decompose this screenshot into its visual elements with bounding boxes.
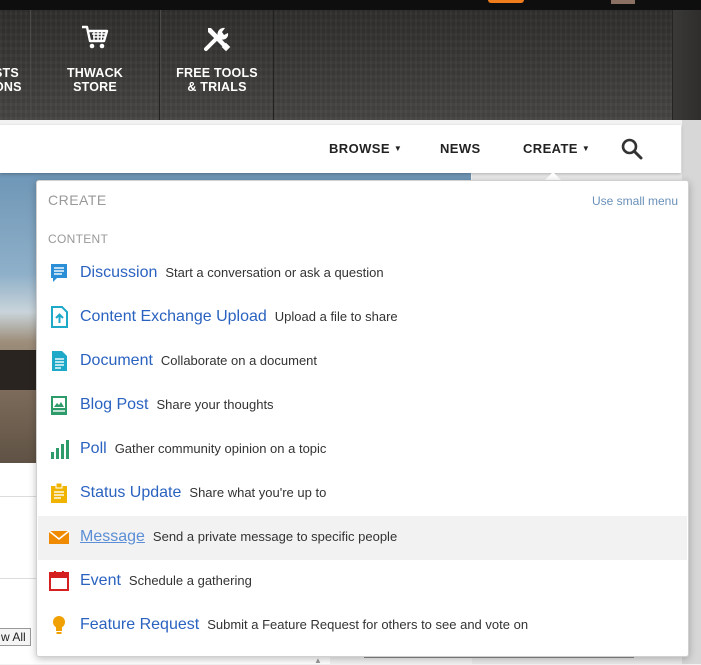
secondary-navbar: BROWSE ▼ NEWS CREATE ▼ (0, 125, 681, 173)
create-item-discussion[interactable]: Discussion Start a conversation or ask a … (38, 252, 687, 296)
create-item-desc: Submit a Feature Request for others to s… (207, 617, 529, 632)
calendar-icon (48, 570, 70, 592)
create-item-desc: Share your thoughts (156, 397, 274, 412)
create-item-name: Discussion (80, 264, 158, 281)
view-all-button[interactable]: w All (0, 628, 31, 646)
document-icon (48, 350, 70, 372)
blog-icon (48, 394, 70, 416)
dropdown-title: CREATE (48, 192, 107, 208)
avatar[interactable] (611, 0, 635, 4)
create-item-feature-request[interactable]: Feature Request Submit a Feature Request … (38, 604, 687, 648)
create-item-name: Feature Request (80, 616, 200, 633)
nav-browse-label: BROWSE (329, 141, 390, 156)
discussion-icon (48, 262, 70, 284)
create-item-event[interactable]: Event Schedule a gathering (38, 560, 687, 604)
dropdown-section-label: CONTENT (48, 232, 109, 246)
create-item-desc: Upload a file to share (274, 309, 398, 324)
nav-tile-free-tools-label: FREE TOOLS & TRIALS (176, 66, 258, 94)
create-item-desc: Start a conversation or ask a question (165, 265, 384, 280)
envelope-icon (48, 526, 70, 548)
poll-icon (48, 438, 70, 460)
create-item-name: Event (80, 572, 121, 589)
nav-create[interactable]: CREATE ▼ (523, 141, 590, 156)
create-item-desc: Collaborate on a document (160, 353, 318, 368)
create-item-message[interactable]: Message Send a private message to specifi… (38, 516, 687, 560)
create-item-blog-post[interactable]: Blog Post Share your thoughts (38, 384, 687, 428)
use-small-menu-link[interactable]: Use small menu (592, 194, 678, 208)
nav-browse[interactable]: BROWSE ▼ (329, 141, 402, 156)
create-item-desc: Schedule a gathering (128, 573, 252, 588)
caret-down-icon: ▼ (393, 144, 403, 153)
nav-tile-partial-label: STS ONS (0, 66, 22, 94)
header-edge (672, 10, 701, 120)
notification-badge[interactable] (488, 0, 524, 3)
nav-news-label: NEWS (440, 141, 481, 156)
caret-down-icon: ▼ (581, 144, 591, 153)
main-header: STS ONS THWACK STORE FRE (0, 10, 701, 120)
create-item-desc: Share what you're up to (189, 485, 327, 500)
nav-tile-thwack-store[interactable]: THWACK STORE (30, 10, 160, 120)
search-icon[interactable] (620, 137, 644, 166)
create-item-desc: Send a private message to specific peopl… (152, 529, 398, 544)
nav-news[interactable]: NEWS (440, 141, 481, 156)
tools-icon (202, 24, 232, 59)
lightbulb-icon (48, 614, 70, 636)
create-item-name: Blog Post (80, 396, 149, 413)
create-item-status-update[interactable]: Status Update Share what you're up to (38, 472, 687, 516)
create-item-name: Status Update (80, 484, 182, 501)
cart-icon (80, 24, 110, 55)
nav-create-label: CREATE (523, 141, 578, 156)
create-dropdown: CREATE Use small menu CONTENT Discussion… (36, 180, 689, 657)
nav-tile-thwack-store-label: THWACK STORE (66, 66, 124, 94)
create-item-name: Content Exchange Upload (80, 308, 267, 325)
upload-icon (48, 306, 70, 328)
create-item-name: Poll (80, 440, 107, 457)
create-item-poll[interactable]: Poll Gather community opinion on a topic (38, 428, 687, 472)
create-item-upload[interactable]: Content Exchange Upload Upload a file to … (38, 296, 687, 340)
status-icon (48, 482, 70, 504)
create-item-document[interactable]: Document Collaborate on a document (38, 340, 687, 384)
nav-tile-partial[interactable]: STS ONS (0, 10, 31, 120)
create-item-name: Message (80, 528, 145, 545)
nav-tile-free-tools[interactable]: FREE TOOLS & TRIALS (160, 10, 274, 120)
create-item-desc: Gather community opinion on a topic (114, 441, 327, 456)
top-bar (0, 0, 701, 10)
create-item-name: Document (80, 352, 153, 369)
